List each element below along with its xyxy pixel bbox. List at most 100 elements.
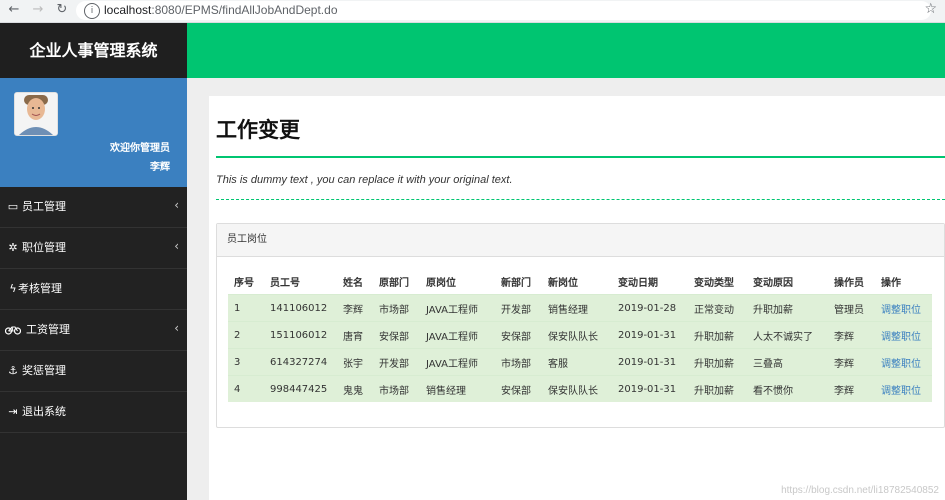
column-header: 变动类型	[694, 277, 734, 289]
sidebar-item-label: 工资管理	[26, 323, 70, 336]
cogs-icon: ✲	[8, 241, 18, 254]
info-icon[interactable]: i	[84, 3, 100, 19]
app-brand: 企业人事管理系统	[0, 23, 187, 78]
sidebar-item-label: 奖惩管理	[22, 364, 66, 377]
user-name: 李辉	[150, 162, 170, 173]
cell-employee-id: 151106012	[264, 321, 337, 349]
cell-old-dept: 开发部	[373, 348, 420, 376]
cell-new-dept: 安保部	[495, 321, 542, 349]
column-header: 新岗位	[548, 277, 578, 289]
column-header: 原部门	[379, 277, 409, 289]
welcome-text: 欢迎你管理员 李辉	[110, 139, 170, 177]
reload-icon[interactable]: ↻	[54, 2, 70, 18]
column-header: 变动日期	[618, 277, 658, 289]
adjust-position-link[interactable]: 调整职位	[881, 386, 921, 397]
avatar-image	[15, 93, 57, 135]
cell-new-dept: 市场部	[495, 348, 542, 376]
cell-change-type: 升职加薪	[688, 375, 747, 402]
adjust-position-link[interactable]: 调整职位	[881, 332, 921, 343]
cell-old-job: 销售经理	[420, 375, 495, 402]
page-subtitle: This is dummy text , you can replace it …	[216, 174, 513, 186]
dashed-divider	[216, 199, 945, 200]
cell-operator: 李辉	[828, 375, 875, 402]
sidebar-item-label: 员工管理	[22, 200, 66, 213]
cell-change-type: 升职加薪	[688, 348, 747, 376]
address-bar[interactable]: i localhost:8080/EPMS/findAllJobAndDept.…	[76, 1, 931, 20]
column-header: 操作	[881, 277, 901, 289]
cell-new-job: 保安队队长	[542, 375, 612, 402]
watermark-text: https://blog.csdn.net/li18782540852	[781, 485, 939, 496]
column-header: 序号	[234, 277, 254, 289]
browser-toolbar: ← → ↻ i localhost:8080/EPMS/findAllJobAn…	[0, 0, 945, 23]
cell-new-dept: 安保部	[495, 375, 542, 402]
top-header-bar	[187, 23, 945, 78]
cell-change-reason: 三叠高	[747, 348, 828, 376]
cell-change-type: 正常变动	[688, 294, 747, 322]
cell-index: 2	[228, 321, 264, 349]
cell-change-reason: 升职加薪	[747, 294, 828, 322]
table-row: 2 151106012 唐宵 安保部 JAVA工程师 安保部 保安队队长 201…	[228, 321, 932, 349]
job-change-table: 序号 员工号 姓名 原部门 原岗位 新部门 新岗位 变动日期 变动类型 变动原因…	[228, 268, 932, 402]
cell-old-job: JAVA工程师	[420, 348, 495, 376]
column-header: 原岗位	[426, 277, 456, 289]
sidebar-menu: ▭ 员工管理 ‹ ✲ 职位管理 ‹ ϟ 考核管理 工资管理 ‹ ⚓ 奖惩管理 ⇥…	[0, 187, 187, 433]
cell-change-date: 2019-01-31	[612, 321, 688, 349]
chevron-left-icon: ‹	[174, 321, 179, 335]
url-text: localhost:8080/EPMS/findAllJobAndDept.do	[104, 3, 338, 17]
cell-change-type: 升职加薪	[688, 321, 747, 349]
cell-old-job: JAVA工程师	[420, 321, 495, 349]
sidebar-item-rewards[interactable]: ⚓ 奖惩管理	[0, 351, 187, 392]
cell-name: 唐宵	[337, 321, 373, 349]
cell-old-dept: 市场部	[373, 294, 420, 322]
column-header: 姓名	[343, 277, 363, 289]
page-title: 工作变更	[216, 118, 300, 142]
cell-change-reason: 看不惯你	[747, 375, 828, 402]
sidebar-item-label: 职位管理	[22, 241, 66, 254]
cell-employee-id: 998447425	[264, 375, 337, 402]
cell-index: 4	[228, 375, 264, 402]
sidebar-item-employee[interactable]: ▭ 员工管理 ‹	[0, 187, 187, 228]
sidebar-item-assessment[interactable]: ϟ 考核管理	[0, 269, 187, 310]
sign-out-icon: ⇥	[8, 405, 18, 418]
cell-name: 张宇	[337, 348, 373, 376]
cell-old-dept: 市场部	[373, 375, 420, 402]
adjust-position-link[interactable]: 调整职位	[881, 359, 921, 370]
welcome-message: 欢迎你管理员	[110, 143, 170, 154]
cell-change-date: 2019-01-31	[612, 348, 688, 376]
title-divider	[216, 156, 945, 158]
column-header: 员工号	[270, 277, 300, 289]
adjust-position-link[interactable]: 调整职位	[881, 305, 921, 316]
avatar	[14, 92, 58, 136]
user-panel: 欢迎你管理员 李辉	[0, 78, 187, 187]
cell-new-dept: 开发部	[495, 294, 542, 322]
forward-arrow-icon[interactable]: →	[30, 2, 46, 18]
content-area: 工作变更 This is dummy text , you can replac…	[209, 96, 945, 500]
column-header: 操作员	[834, 277, 864, 289]
anchor-icon: ⚓	[8, 364, 18, 377]
cell-employee-id: 614327274	[264, 348, 337, 376]
cell-employee-id: 141106012	[264, 294, 337, 322]
cell-new-job: 销售经理	[542, 294, 612, 322]
bicycle-icon	[4, 310, 22, 350]
back-arrow-icon[interactable]: ←	[6, 2, 22, 18]
cell-operator: 李辉	[828, 321, 875, 349]
cell-change-date: 2019-01-31	[612, 375, 688, 402]
column-header: 新部门	[501, 277, 531, 289]
sidebar-item-salary[interactable]: 工资管理 ‹	[0, 310, 187, 351]
table-row: 1 141106012 李辉 市场部 JAVA工程师 开发部 销售经理 2019…	[228, 294, 932, 322]
panel-title: 员工岗位	[227, 234, 267, 245]
bookmark-star-icon[interactable]: ☆	[924, 1, 937, 17]
cell-old-job: JAVA工程师	[420, 294, 495, 322]
cell-new-job: 客服	[542, 348, 612, 376]
table-row: 4 998447425 鬼鬼 市场部 销售经理 安保部 保安队队长 2019-0…	[228, 375, 932, 402]
cell-name: 鬼鬼	[337, 375, 373, 402]
employee-position-panel: 员工岗位 序号 员工号 姓名 原部门 原岗位 新部门 新岗位 变动日期 变动类型…	[216, 223, 945, 428]
monitor-icon: ▭	[7, 200, 19, 213]
sidebar-item-label: 退出系统	[22, 405, 66, 418]
cell-index: 3	[228, 348, 264, 376]
cell-index: 1	[228, 294, 264, 322]
sidebar-item-position[interactable]: ✲ 职位管理 ‹	[0, 228, 187, 269]
sidebar-item-logout[interactable]: ⇥ 退出系统	[0, 392, 187, 433]
sidebar: 欢迎你管理员 李辉 ▭ 员工管理 ‹ ✲ 职位管理 ‹ ϟ 考核管理 工资管理 …	[0, 78, 187, 500]
table-header-row: 序号 员工号 姓名 原部门 原岗位 新部门 新岗位 变动日期 变动类型 变动原因…	[228, 268, 932, 295]
